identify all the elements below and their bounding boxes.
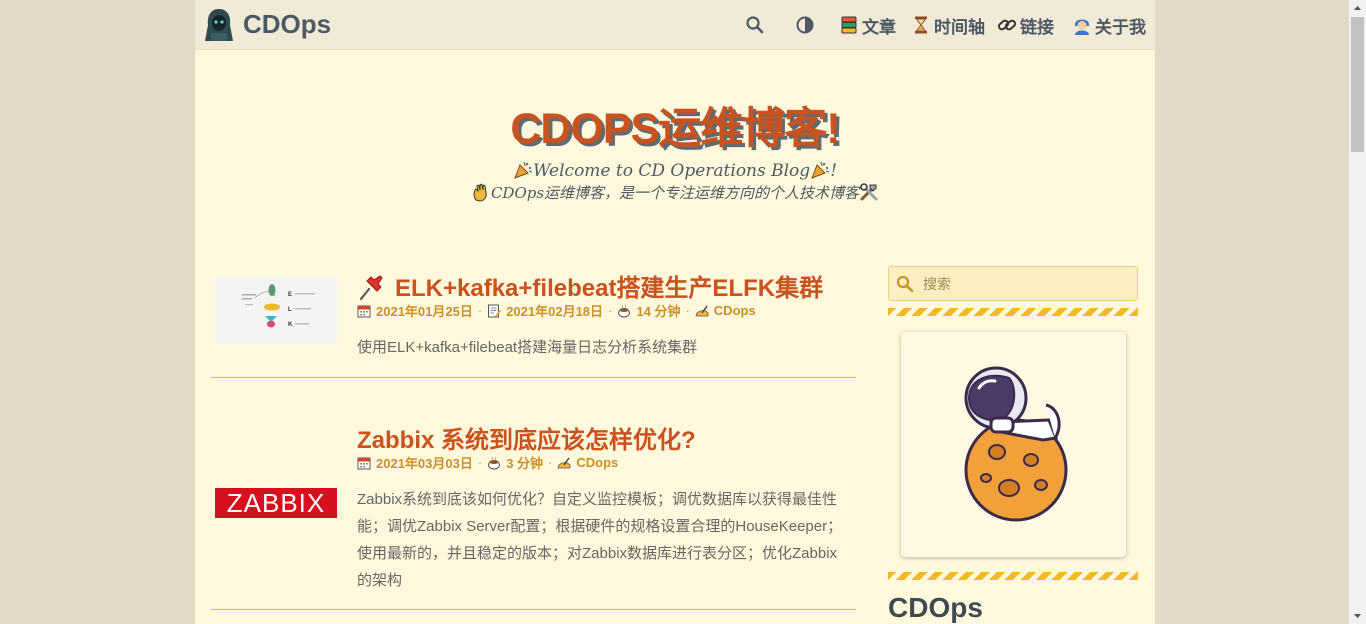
books-icon: [841, 16, 857, 34]
site-brand[interactable]: CDOps: [243, 9, 331, 40]
scroll-down-arrow-icon[interactable]: [1349, 607, 1366, 624]
zabbix-logo-text: ZABBIX: [226, 487, 326, 518]
pin-icon: [359, 275, 383, 301]
post-meta: 2021年01月25日 · 2021年02月18日 · 14 分钟 · CDop…: [357, 301, 756, 320]
post-updated-date: 2021年02月18日: [506, 304, 604, 319]
nav-posts[interactable]: 文章: [839, 12, 896, 38]
nav-posts-label: 文章: [862, 17, 896, 37]
coffee-icon: [488, 456, 501, 469]
hero-subtitle-2-text: CDOps运维博客，是一个专注运维方向的个人技术博客: [490, 184, 860, 202]
post-divider: [211, 377, 856, 378]
post-author[interactable]: CDops: [576, 455, 618, 470]
post-title-link[interactable]: Zabbix 系统到底应该怎样优化?: [357, 420, 696, 455]
scroll-up-arrow-icon[interactable]: [1349, 0, 1366, 17]
hacker-logo-icon[interactable]: [203, 7, 235, 43]
writing-hand-icon: [557, 457, 571, 468]
post-excerpt: 使用ELK+kafka+filebeat搭建海量日志分析系统集群: [357, 339, 698, 356]
elk-label-e: E: [288, 292, 292, 298]
search-input[interactable]: [923, 275, 1123, 292]
nav-links-label: 链接: [1020, 17, 1054, 37]
calendar-icon: [357, 457, 371, 469]
top-navbar: CDOps 文章 时间轴 链接 关于我: [195, 0, 1155, 50]
party-popper-icon: [514, 161, 533, 179]
post-item: E L K ELK+kafka+filebeat搭建生产ELFK集群 2021年…: [211, 262, 856, 378]
calendar-icon: [357, 305, 371, 317]
post-published-date: 2021年01月25日: [376, 304, 473, 319]
hero-subtitle-1-text: Welcome to CD Operations Blog: [532, 161, 811, 181]
search-icon[interactable]: [743, 13, 767, 37]
search-icon: [896, 275, 914, 292]
post-divider: [211, 609, 856, 610]
post-meta: 2021年03月03日 · 3 分钟 · CDops: [357, 453, 618, 472]
post-read-time: 14 分钟: [636, 304, 681, 319]
sidebar-search[interactable]: [888, 266, 1138, 301]
hourglass-icon: [915, 16, 927, 34]
elk-thumbnail[interactable]: E L K: [215, 276, 337, 344]
memo-icon: [488, 304, 502, 317]
nav-about[interactable]: 关于我: [1072, 12, 1146, 38]
sidebar-divider: [888, 572, 1138, 580]
user-icon: [1075, 19, 1089, 35]
post-title-text: Zabbix 系统到底应该怎样优化?: [357, 427, 696, 454]
link-icon: [997, 19, 1017, 31]
page: CDOps 文章 时间轴 链接 关于我 CDOPS运维博客! Welcome t…: [195, 0, 1155, 624]
contrast-icon[interactable]: [793, 13, 817, 37]
sidebar-author-name: CDOps: [888, 592, 983, 623]
astronaut-moon-icon: [964, 366, 1068, 522]
post-published-date: 2021年03月03日: [376, 456, 473, 471]
vertical-scrollbar[interactable]: [1349, 0, 1366, 624]
nav-about-label: 关于我: [1095, 17, 1146, 37]
elk-label-k: K: [288, 322, 293, 328]
post-excerpt: Zabbix系统到底该如何优化？自定义监控模板；调优数据库以获得最佳性能；调优Z…: [357, 491, 843, 589]
avatar: [901, 332, 1126, 557]
nav-links[interactable]: 链接: [997, 12, 1054, 38]
tools-icon: [860, 183, 878, 201]
post-item: ZABBIX Zabbix 系统到底应该怎样优化? 2021年03月03日 · …: [211, 414, 856, 610]
elk-label-l: L: [288, 307, 292, 313]
nav-timeline[interactable]: 时间轴: [911, 12, 985, 38]
sidebar-divider: [888, 308, 1138, 316]
post-title-link[interactable]: ELK+kafka+filebeat搭建生产ELFK集群: [357, 268, 823, 303]
scroll-thumb[interactable]: [1351, 17, 1364, 152]
writing-hand-icon: [695, 305, 709, 316]
party-popper-icon: [811, 161, 830, 179]
post-author[interactable]: CDops: [714, 303, 756, 318]
hero-title: CDOPS运维博客!: [510, 105, 840, 153]
hero-subtitle-2: CDOps运维博客，是一个专注运维方向的个人技术博客: [195, 182, 1155, 203]
post-title-text: ELK+kafka+filebeat搭建生产ELFK集群: [395, 275, 824, 302]
nav-timeline-label: 时间轴: [934, 17, 985, 37]
hero-subtitle-1: Welcome to CD Operations Blog !: [195, 160, 1155, 181]
waving-hand-icon: [473, 183, 487, 202]
post-read-time: 3 分钟: [506, 456, 544, 471]
zabbix-logo[interactable]: ZABBIX: [215, 488, 337, 518]
coffee-icon: [618, 304, 631, 317]
hero-subtitle-1-end: !: [830, 161, 838, 181]
